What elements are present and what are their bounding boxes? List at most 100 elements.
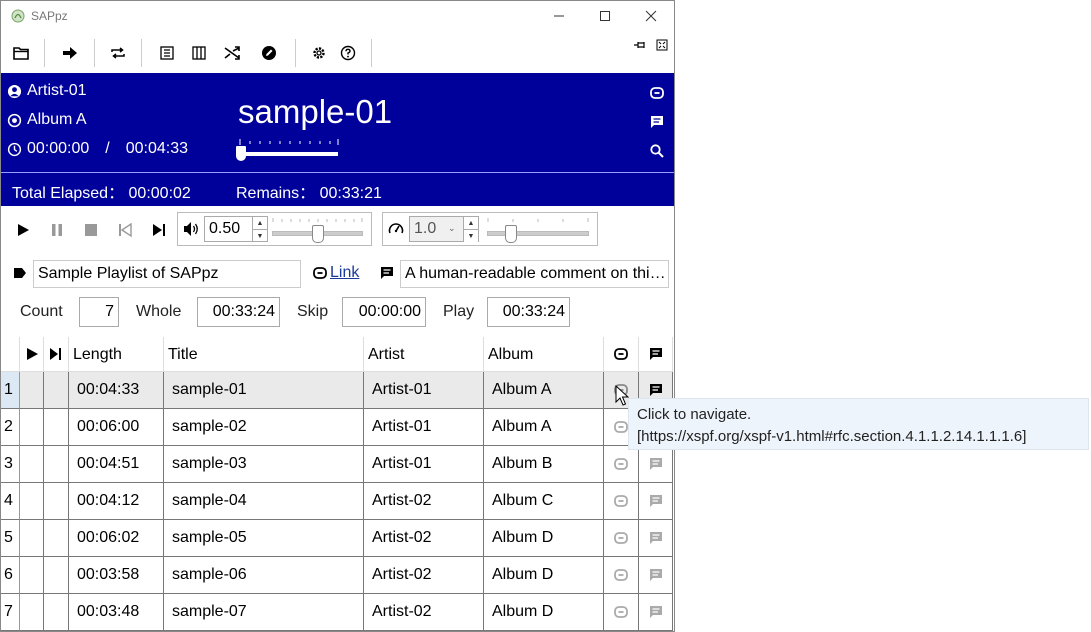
title-cell[interactable]: sample-01 bbox=[164, 372, 364, 409]
play-cell[interactable] bbox=[20, 409, 44, 446]
title-cell[interactable]: sample-02 bbox=[164, 409, 364, 446]
speed-slider[interactable] bbox=[487, 217, 591, 243]
title-cell[interactable]: sample-04 bbox=[164, 483, 364, 520]
pause-button[interactable] bbox=[46, 219, 68, 241]
skip-cell[interactable] bbox=[44, 483, 69, 520]
length-column-header[interactable]: Length bbox=[69, 337, 164, 372]
album-cell[interactable]: Album D bbox=[484, 557, 604, 594]
title-cell[interactable]: sample-03 bbox=[164, 446, 364, 483]
speed-select[interactable]: 1.0 ⌄ ▲ ▼ bbox=[409, 216, 479, 242]
title-column-header[interactable]: Title bbox=[164, 337, 364, 372]
comment-cell[interactable] bbox=[639, 483, 673, 520]
comment-cell[interactable] bbox=[639, 520, 673, 557]
row-number[interactable]: 6 bbox=[1, 557, 20, 594]
artist-cell[interactable]: Artist-02 bbox=[364, 557, 484, 594]
table-row[interactable]: 4 00:04:12 sample-04 Artist-02 Album C bbox=[1, 483, 674, 520]
link-cell[interactable] bbox=[604, 483, 639, 520]
link-cell[interactable] bbox=[604, 446, 639, 483]
row-number[interactable]: 5 bbox=[1, 520, 20, 557]
repeat-button[interactable] bbox=[104, 39, 132, 67]
artist-cell[interactable]: Artist-02 bbox=[364, 483, 484, 520]
album-cell[interactable]: Album D bbox=[484, 520, 604, 557]
length-cell[interactable]: 00:06:02 bbox=[69, 520, 164, 557]
artist-cell[interactable]: Artist-01 bbox=[364, 372, 484, 409]
album-cell[interactable]: Album D bbox=[484, 594, 604, 631]
link-cell[interactable] bbox=[604, 557, 639, 594]
table-row[interactable]: 3 00:04:51 sample-03 Artist-01 Album B bbox=[1, 446, 674, 483]
next-button[interactable] bbox=[56, 39, 84, 67]
length-cell[interactable]: 00:06:00 bbox=[69, 409, 164, 446]
row-number[interactable]: 4 bbox=[1, 483, 20, 520]
volume-slider[interactable] bbox=[272, 217, 364, 243]
header-comment-button[interactable] bbox=[647, 112, 667, 132]
title-cell[interactable]: sample-06 bbox=[164, 557, 364, 594]
row-number[interactable]: 1 bbox=[1, 372, 20, 409]
list-view-button[interactable] bbox=[153, 39, 181, 67]
skip-column-header[interactable] bbox=[44, 337, 69, 372]
settings-button[interactable] bbox=[305, 39, 333, 67]
length-cell[interactable]: 00:03:48 bbox=[69, 594, 164, 631]
edit-button[interactable] bbox=[255, 39, 283, 67]
artist-cell[interactable]: Artist-02 bbox=[364, 520, 484, 557]
play-cell[interactable] bbox=[20, 446, 44, 483]
maximize-button[interactable] bbox=[582, 5, 628, 27]
skip-cell[interactable] bbox=[44, 446, 69, 483]
play-button[interactable] bbox=[12, 219, 34, 241]
seek-thumb[interactable] bbox=[236, 146, 246, 161]
table-row[interactable]: 2 00:06:00 sample-02 Artist-01 Album A bbox=[1, 409, 674, 446]
seek-slider[interactable] bbox=[236, 137, 341, 163]
table-row[interactable]: 5 00:06:02 sample-05 Artist-02 Album D bbox=[1, 520, 674, 557]
skip-cell[interactable] bbox=[44, 594, 69, 631]
row-number[interactable]: 7 bbox=[1, 594, 20, 631]
length-cell[interactable]: 00:04:33 bbox=[69, 372, 164, 409]
length-cell[interactable]: 00:04:51 bbox=[69, 446, 164, 483]
artist-cell[interactable]: Artist-01 bbox=[364, 409, 484, 446]
header-link-button[interactable] bbox=[647, 83, 667, 103]
comment-cell[interactable] bbox=[639, 594, 673, 631]
playlist-link[interactable]: Link bbox=[330, 264, 359, 282]
speed-value[interactable]: 1.0 bbox=[410, 217, 436, 241]
help-button[interactable] bbox=[334, 39, 362, 67]
album-cell[interactable]: Album A bbox=[484, 409, 604, 446]
skip-cell[interactable] bbox=[44, 409, 69, 446]
volume-down-arrow[interactable]: ▼ bbox=[252, 229, 267, 242]
skip-cell[interactable] bbox=[44, 520, 69, 557]
close-button[interactable] bbox=[628, 5, 674, 27]
artist-cell[interactable]: Artist-01 bbox=[364, 446, 484, 483]
speed-down-arrow[interactable]: ▼ bbox=[463, 229, 478, 242]
playlist-comment-field[interactable]: A human-readable comment on this playlis… bbox=[400, 260, 669, 288]
title-cell[interactable]: sample-05 bbox=[164, 520, 364, 557]
length-cell[interactable]: 00:04:12 bbox=[69, 483, 164, 520]
skip-cell[interactable] bbox=[44, 372, 69, 409]
volume-up-arrow[interactable]: ▲ bbox=[252, 217, 267, 229]
album-column-header[interactable]: Album bbox=[484, 337, 604, 372]
row-number[interactable]: 2 bbox=[1, 409, 20, 446]
artist-column-header[interactable]: Artist bbox=[364, 337, 484, 372]
link-cell[interactable] bbox=[604, 520, 639, 557]
stop-button[interactable] bbox=[80, 219, 102, 241]
comment-cell[interactable] bbox=[639, 446, 673, 483]
speed-thumb[interactable] bbox=[505, 225, 517, 243]
volume-thumb[interactable] bbox=[312, 225, 324, 243]
play-cell[interactable] bbox=[20, 594, 44, 631]
comment-cell[interactable] bbox=[639, 557, 673, 594]
fullscreen-button[interactable] bbox=[650, 33, 674, 57]
volume-value[interactable]: 0.50 bbox=[205, 217, 240, 241]
play-cell[interactable] bbox=[20, 520, 44, 557]
table-row[interactable]: 1 00:04:33 sample-01 Artist-01 Album A bbox=[1, 372, 674, 409]
previous-button[interactable] bbox=[114, 219, 136, 241]
skip-next-button[interactable] bbox=[148, 219, 170, 241]
row-number[interactable]: 3 bbox=[1, 446, 20, 483]
speed-up-arrow[interactable]: ▲ bbox=[463, 217, 478, 229]
volume-stepper[interactable]: 0.50 ▲ ▼ bbox=[204, 216, 268, 242]
link-column-header[interactable] bbox=[604, 337, 639, 372]
skip-cell[interactable] bbox=[44, 557, 69, 594]
artist-cell[interactable]: Artist-02 bbox=[364, 594, 484, 631]
table-row[interactable]: 6 00:03:58 sample-06 Artist-02 Album D bbox=[1, 557, 674, 594]
shuffle-button[interactable] bbox=[218, 39, 246, 67]
title-cell[interactable]: sample-07 bbox=[164, 594, 364, 631]
open-folder-button[interactable] bbox=[7, 39, 35, 67]
comment-column-header[interactable] bbox=[639, 337, 673, 372]
play-column-header[interactable] bbox=[20, 337, 44, 372]
header-search-button[interactable] bbox=[647, 141, 667, 161]
